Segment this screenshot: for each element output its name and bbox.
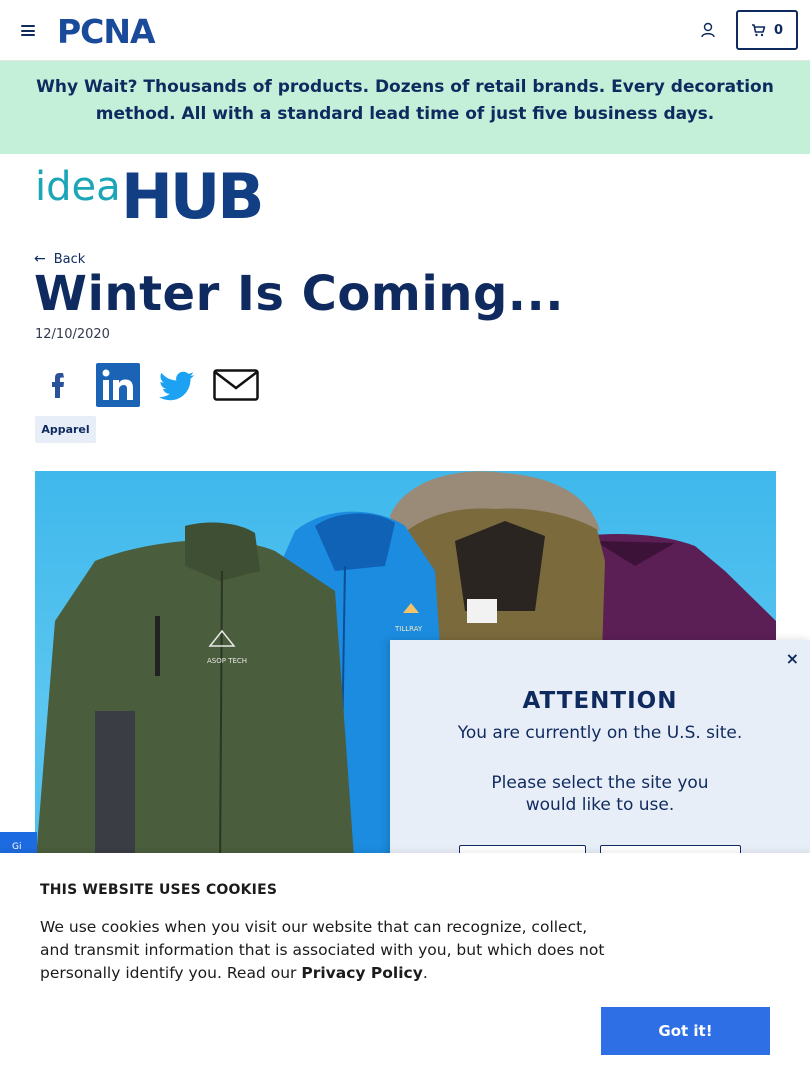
ideahub-hub-text: HUB	[121, 160, 262, 222]
page-title: Winter Is Coming...	[34, 266, 564, 322]
account-icon[interactable]	[699, 21, 717, 39]
cookie-banner: THIS WEBSITE USES COOKIES We use cookies…	[0, 853, 810, 1080]
email-icon[interactable]	[213, 362, 259, 408]
cart-count: 0	[773, 22, 784, 38]
cookie-title: THIS WEBSITE USES COOKIES	[40, 882, 278, 898]
cart-icon	[751, 24, 766, 37]
cookie-period: .	[422, 964, 428, 982]
privacy-policy-link[interactable]: Privacy Policy	[301, 964, 423, 982]
feedback-label: Gi	[12, 842, 22, 852]
twitter-icon[interactable]	[154, 362, 200, 408]
promo-lead: Why Wait?	[36, 77, 138, 97]
modal-title: ATTENTION	[522, 688, 678, 714]
promo-banner: Why Wait? Thousands of products. Dozens …	[0, 61, 810, 154]
hero-brand-label-2: TILLRAY	[394, 625, 423, 633]
linkedin-icon[interactable]	[95, 362, 141, 408]
pcna-logo[interactable]: PCNA	[57, 14, 177, 46]
category-tag[interactable]: Apparel	[35, 416, 96, 443]
hero-brand-label-1: ASOP TECH	[207, 657, 247, 665]
facebook-icon[interactable]	[36, 362, 82, 408]
logo-text: PCNA	[57, 14, 156, 46]
back-label: Back	[53, 251, 86, 267]
ideahub-logo[interactable]: idea HUB	[35, 160, 287, 222]
modal-instruction: Please select the site you would like to…	[491, 773, 709, 815]
arrow-left-icon: ←	[34, 251, 46, 267]
article-date: 12/10/2020	[35, 327, 110, 342]
cart-button[interactable]: 0	[736, 10, 798, 50]
got-it-button[interactable]: Got it!	[601, 1007, 770, 1055]
close-icon[interactable]: ×	[786, 649, 799, 668]
share-bar	[36, 362, 259, 408]
promo-text: Thousands of products. Dozens of retail …	[95, 77, 774, 124]
menu-icon[interactable]	[21, 25, 35, 36]
ideahub-idea-text: idea	[35, 164, 121, 210]
cookie-text: We use cookies when you visit our websit…	[40, 916, 620, 985]
modal-message: You are currently on the U.S. site.	[457, 723, 743, 743]
site-header: PCNA 0	[0, 0, 810, 61]
back-link[interactable]: ← Back	[34, 251, 85, 267]
site-select-modal: × ATTENTION You are currently on the U.S…	[390, 640, 810, 875]
